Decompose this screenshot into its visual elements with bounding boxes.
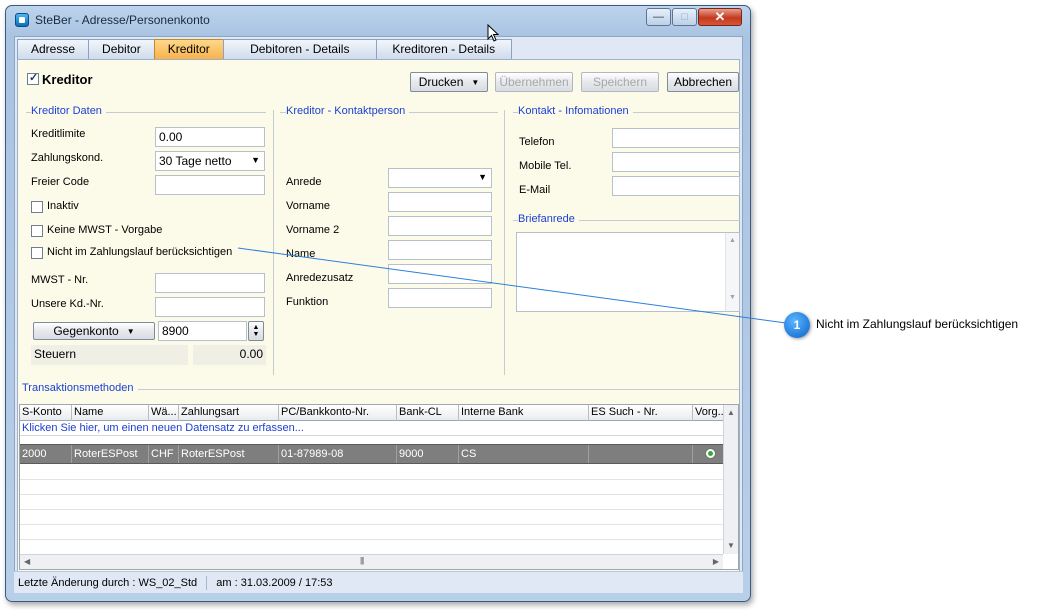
mouse-cursor-icon (487, 24, 500, 42)
callout-number-badge: 1 (784, 312, 810, 338)
callout-text: Nicht im Zahlungslauf berücksichtigen (816, 317, 1019, 331)
callout-connector (237, 247, 787, 324)
